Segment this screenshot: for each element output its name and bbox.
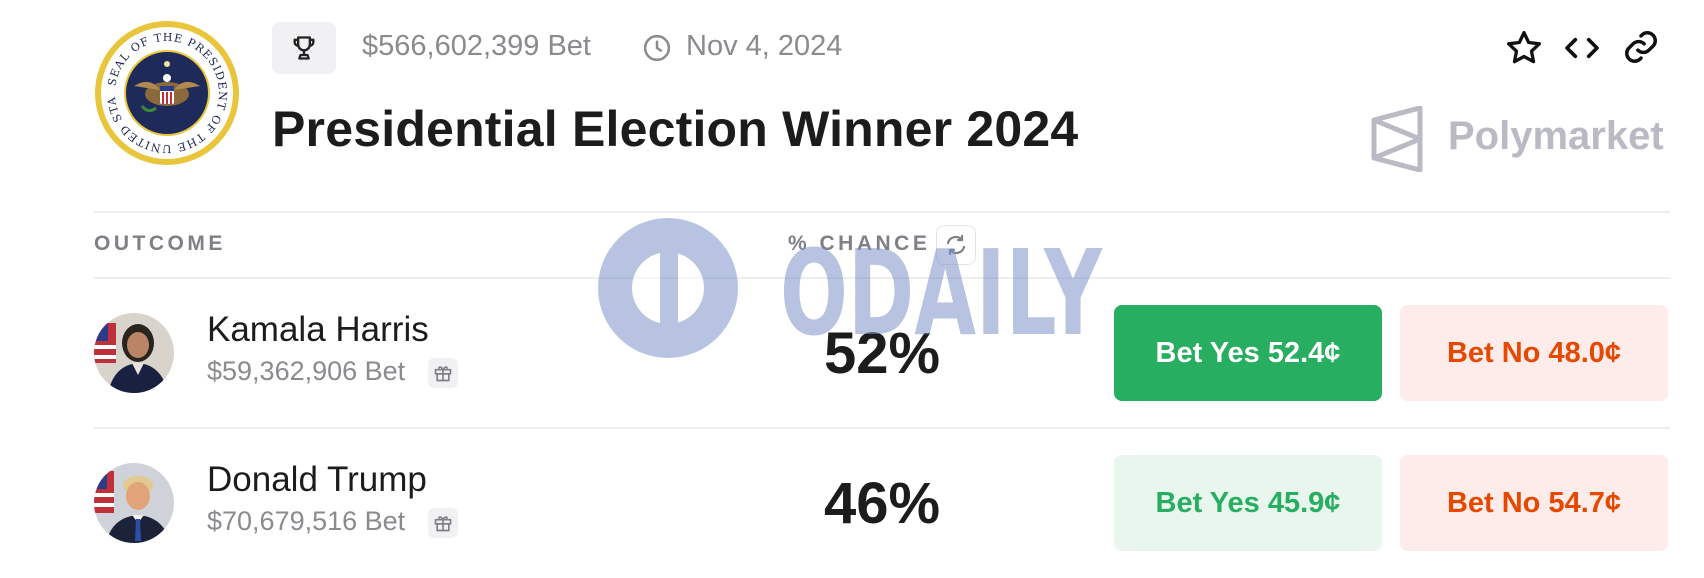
candidate-name[interactable]: Kamala Harris (207, 310, 429, 350)
gift-icon (434, 516, 452, 532)
star-icon[interactable] (1504, 28, 1544, 68)
avatar-harris (94, 313, 174, 393)
candidate-volume: $59,362,906 Bet (207, 356, 406, 386)
watermark-text: ODAILY (780, 224, 1103, 362)
polymarket-logo-icon (1371, 106, 1423, 172)
table-row: Donald Trump $70,679,516 Bet 46% Bet Yes… (0, 428, 1704, 578)
end-date: Nov 4, 2024 (686, 30, 843, 62)
bet-yes-button[interactable]: Bet Yes 45.9¢ (1114, 455, 1382, 551)
code-icon[interactable] (1562, 28, 1602, 68)
trophy-icon (293, 36, 315, 60)
presidential-seal-image: SEAL OF THE PRESIDENT OF THE UNITED STAT… (89, 10, 240, 166)
total-volume: $566,602,399 Bet (362, 30, 591, 62)
bet-no-button[interactable]: Bet No 48.0¢ (1400, 305, 1668, 401)
bet-no-button[interactable]: Bet No 54.7¢ (1400, 455, 1668, 551)
avatar-trump (94, 463, 174, 543)
chance-percent: 46% (824, 471, 941, 536)
trophy-button[interactable] (272, 22, 336, 74)
brand-name: Polymarket (1448, 114, 1664, 158)
candidate-name[interactable]: Donald Trump (207, 460, 427, 500)
gift-icon (434, 366, 452, 382)
page-title: Presidential Election Winner 2024 (272, 101, 1079, 157)
candidate-volume: $70,679,516 Bet (207, 506, 406, 536)
link-icon[interactable] (1622, 28, 1660, 66)
odaily-watermark-logo: ODAILY (598, 218, 1103, 362)
column-header-outcome: OUTCOME (94, 232, 226, 255)
bet-yes-button[interactable]: Bet Yes 52.4¢ (1114, 305, 1382, 401)
gift-button[interactable] (428, 508, 458, 538)
gift-button[interactable] (428, 358, 458, 388)
header-divider (94, 211, 1670, 213)
clock-icon (643, 34, 671, 62)
